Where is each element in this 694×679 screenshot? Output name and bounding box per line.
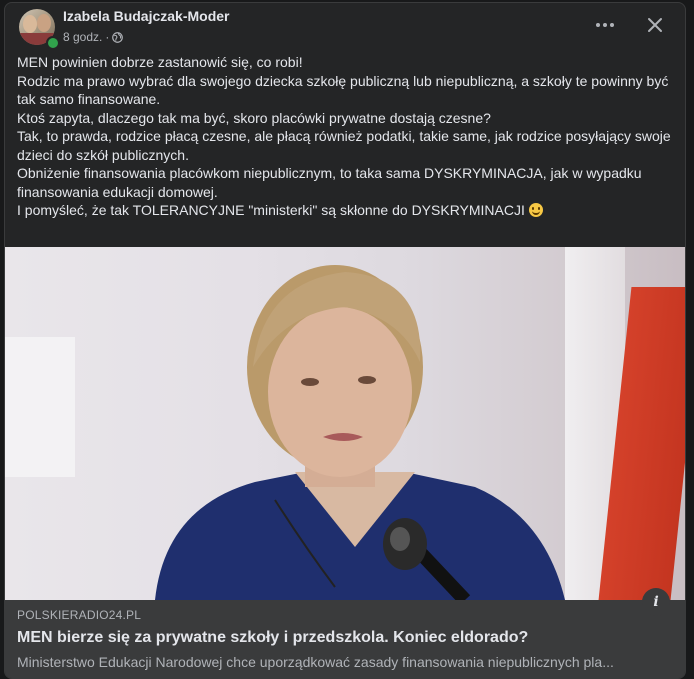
info-icon-button[interactable]: i: [642, 588, 670, 616]
smiling-face-emoji-icon: [528, 203, 543, 217]
post-line: I pomyśleć, że tak TOLERANCYJNE "ministe…: [17, 202, 525, 218]
author-name[interactable]: Izabela Budajczak-Moder: [63, 8, 230, 24]
post-line: Rodzic ma prawo wybrać dla swojego dziec…: [17, 72, 669, 108]
post-line: MEN powinien dobrze zastanowić się, co r…: [17, 54, 303, 70]
more-options-button[interactable]: [593, 13, 617, 37]
link-domain: POLSKIERADIO24.PL: [17, 608, 142, 622]
link-preview-image[interactable]: [5, 247, 685, 600]
online-status-dot: [46, 36, 60, 50]
link-description: Ministerstwo Edukacji Narodowej chce upo…: [17, 654, 614, 670]
post-line: Obniżenie finansowania placówkom niepubl…: [17, 165, 642, 200]
close-icon: [648, 18, 662, 32]
speaker-photo: [155, 265, 565, 600]
post-card: Izabela Budajczak-Moder 8 godz. · MEN po…: [4, 2, 686, 679]
link-title[interactable]: MEN bierze się za prywatne szkoły i prze…: [17, 629, 528, 647]
post-header: Izabela Budajczak-Moder 8 godz. ·: [5, 3, 685, 55]
close-button[interactable]: [641, 11, 669, 39]
more-icon: [596, 23, 614, 27]
post-time[interactable]: 8 godz.: [63, 30, 102, 44]
post-line: Ktoś zapyta, dlaczego tak ma być, skoro …: [17, 109, 491, 126]
globe-icon[interactable]: [112, 31, 124, 43]
post-meta: 8 godz. ·: [63, 30, 124, 44]
post-line-last: I pomyśleć, że tak TOLERANCYJNE "ministe…: [17, 201, 677, 220]
post-line: Tak, to prawda, rodzice płacą czesne, al…: [17, 128, 671, 163]
link-preview-info[interactable]: POLSKIERADIO24.PL MEN bierze się za pryw…: [5, 600, 685, 678]
meta-separator: ·: [105, 30, 110, 44]
info-icon: i: [653, 594, 659, 610]
post-text: MEN powinien dobrze zastanowić się, co r…: [17, 53, 677, 220]
